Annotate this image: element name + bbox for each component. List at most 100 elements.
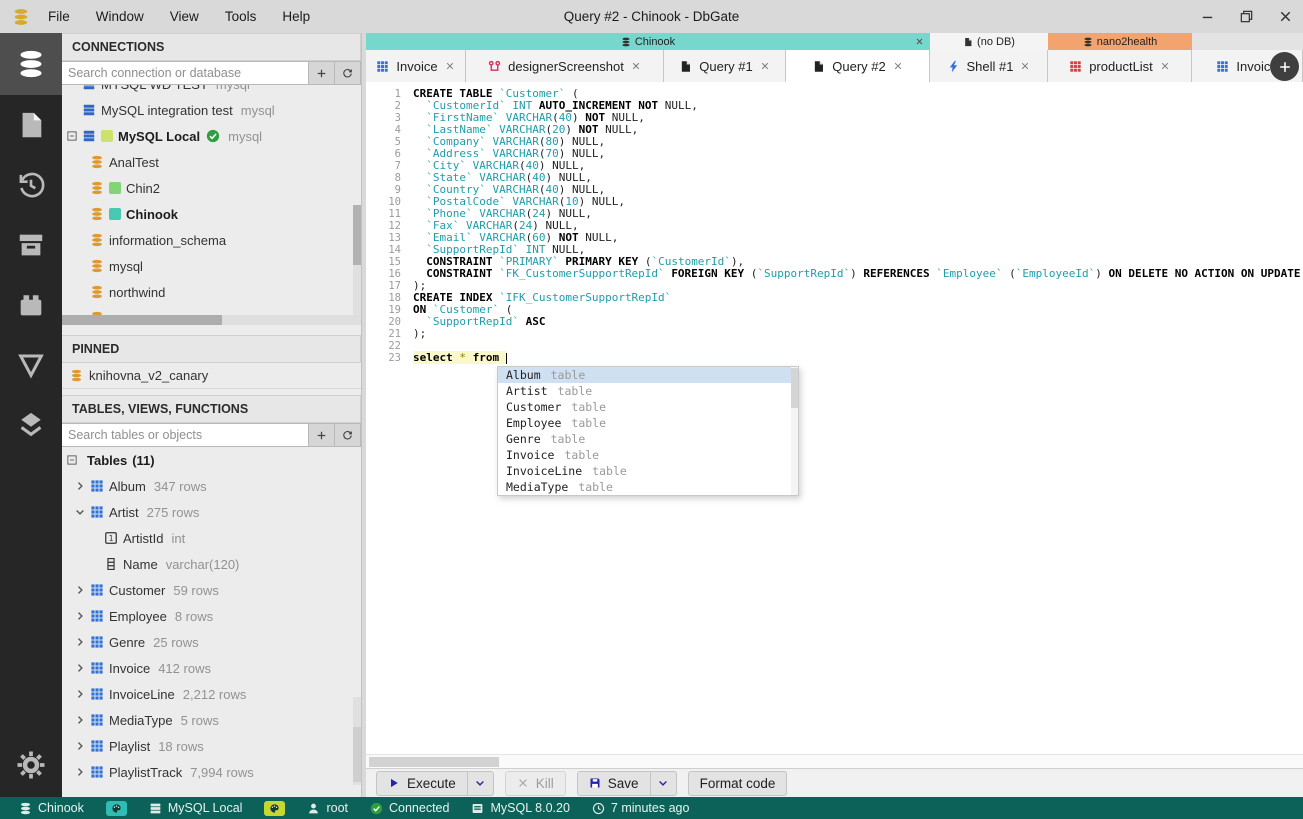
- menu-view[interactable]: View: [170, 9, 199, 24]
- pinned-item[interactable]: knihovna_v2_canary: [62, 363, 361, 389]
- scrollbar-thumb[interactable]: [791, 368, 798, 408]
- tables-search-input[interactable]: [62, 423, 309, 447]
- save-button[interactable]: Save: [578, 776, 650, 791]
- rail-item-layers[interactable]: [0, 395, 62, 455]
- designer-icon: [488, 60, 501, 73]
- database-item[interactable]: northwind: [62, 279, 361, 305]
- table-item[interactable]: Genre 25 rows: [62, 629, 361, 655]
- menu-help[interactable]: Help: [282, 9, 310, 24]
- rail-item-file[interactable]: [0, 95, 62, 155]
- sql-editor[interactable]: 1 2 3 4 5 6 7 8 9 10 11 12 13 14 15 16 17 18 19 20 21 22 23 CR…: [366, 82, 1303, 768]
- database-item[interactable]: [62, 305, 361, 315]
- save-dropdown-button[interactable]: [649, 770, 676, 796]
- database-item[interactable]: AnalTest: [62, 149, 361, 175]
- item-info: 2,212 rows: [182, 686, 247, 702]
- tab-group-Chinook: Chinook: [366, 33, 930, 50]
- table-item[interactable]: Customer 59 rows: [62, 577, 361, 603]
- table-item[interactable]: Invoice 412 rows: [62, 655, 361, 681]
- tab-productlist[interactable]: productList: [1048, 50, 1192, 82]
- close-icon[interactable]: [1160, 61, 1170, 71]
- scrollbar-thumb[interactable]: [369, 757, 499, 767]
- table-item[interactable]: PlaylistTrack 7,994 rows: [62, 759, 361, 785]
- close-icon[interactable]: [915, 37, 924, 46]
- table-item[interactable]: MediaType 5 rows: [62, 707, 361, 733]
- item-label: ArtistId: [123, 530, 164, 546]
- rail-item-database[interactable]: [0, 33, 62, 95]
- tab-query-1[interactable]: Query #1: [664, 50, 786, 82]
- minimize-icon[interactable]: [1200, 9, 1215, 24]
- database-item[interactable]: Chinook: [62, 201, 361, 227]
- status-chinook[interactable]: Chinook: [8, 801, 95, 815]
- table-item[interactable]: Employee 8 rows: [62, 603, 361, 629]
- autocomplete-item[interactable]: Artist table: [498, 383, 798, 399]
- connection-item[interactable]: MySQL Local mysql: [62, 123, 361, 149]
- execute-dropdown-button[interactable]: [466, 770, 493, 796]
- tab-designerscreenshot[interactable]: designerScreenshot: [466, 50, 664, 82]
- line-number: 22: [388, 340, 401, 352]
- tables-group-row[interactable]: Tables (11): [62, 447, 361, 473]
- database-item[interactable]: information_schema: [62, 227, 361, 253]
- tab-invoice[interactable]: Invoice: [366, 50, 466, 82]
- connections-search-input[interactable]: [62, 61, 309, 85]
- autocomplete-item[interactable]: InvoiceLine table: [498, 463, 798, 479]
- icon-rail: [0, 33, 62, 797]
- column-item[interactable]: 1 ArtistId int: [62, 525, 361, 551]
- connection-color-square: [101, 130, 113, 142]
- close-icon[interactable]: [760, 61, 770, 71]
- item-label: Album: [109, 478, 146, 494]
- rail-item-archive[interactable]: [0, 215, 62, 275]
- menu-file[interactable]: File: [48, 9, 70, 24]
- rail-item-plugin[interactable]: [0, 275, 62, 335]
- editor-hscrollbar: [366, 754, 1303, 768]
- database-item[interactable]: mysql: [62, 253, 361, 279]
- add-connection-button[interactable]: [309, 61, 335, 85]
- status-root[interactable]: root: [296, 801, 359, 815]
- tab-shell-1[interactable]: Shell #1: [930, 50, 1048, 82]
- line-number: 15: [388, 256, 401, 268]
- autocomplete-item[interactable]: Employee table: [498, 415, 798, 431]
- close-icon[interactable]: [631, 61, 641, 71]
- scrollbar-thumb[interactable]: [353, 727, 361, 782]
- autocomplete-item[interactable]: MediaType table: [498, 479, 798, 495]
- new-tab-button[interactable]: [1270, 52, 1299, 81]
- scrollbar-thumb[interactable]: [62, 315, 222, 325]
- status-mysql-local[interactable]: MySQL Local: [138, 801, 254, 815]
- tab-query-2[interactable]: Query #2: [786, 50, 930, 82]
- restore-icon[interactable]: [1239, 9, 1254, 24]
- line-number: 4: [394, 124, 401, 136]
- settings-button[interactable]: [0, 741, 62, 789]
- autocomplete-item[interactable]: Album table: [498, 367, 798, 383]
- suggestion-name: Genre: [506, 432, 541, 446]
- rail-item-history[interactable]: [0, 155, 62, 215]
- autocomplete-item[interactable]: Invoice table: [498, 447, 798, 463]
- table-item[interactable]: Playlist 18 rows: [62, 733, 361, 759]
- close-icon[interactable]: [893, 61, 903, 71]
- unpin-close-icon[interactable]: [340, 370, 351, 381]
- autocomplete-item[interactable]: Genre table: [498, 431, 798, 447]
- refresh-tables-button[interactable]: [335, 423, 361, 447]
- connection-item[interactable]: MYSQL WD TEST mysql: [62, 85, 361, 97]
- close-icon[interactable]: [1278, 9, 1293, 24]
- close-icon[interactable]: [445, 61, 455, 71]
- scrollbar-thumb[interactable]: [353, 205, 361, 265]
- item-info: 7,994 rows: [190, 764, 254, 780]
- database-item[interactable]: Chin2: [62, 175, 361, 201]
- close-icon[interactable]: [1020, 61, 1030, 71]
- add-table-button[interactable]: [309, 423, 335, 447]
- table-item[interactable]: InvoiceLine 2,212 rows: [62, 681, 361, 707]
- item-label: Invoice: [109, 660, 151, 676]
- rail-item-funnel[interactable]: [0, 335, 62, 395]
- menu-tools[interactable]: Tools: [225, 9, 257, 24]
- menu-window[interactable]: Window: [96, 9, 144, 24]
- suggestion-name: Album: [506, 368, 541, 382]
- refresh-connections-button[interactable]: [335, 61, 361, 85]
- column-item[interactable]: Name varchar(120): [62, 551, 361, 577]
- connection-item[interactable]: MySQL integration test mysql: [62, 97, 361, 123]
- table-item[interactable]: Album 347 rows: [62, 473, 361, 499]
- format-code-button[interactable]: Format code: [687, 770, 788, 796]
- execute-button[interactable]: Execute: [377, 776, 467, 791]
- autocomplete-item[interactable]: Customer table: [498, 399, 798, 415]
- line-number: 10: [388, 196, 401, 208]
- table-item[interactable]: Artist 275 rows: [62, 499, 361, 525]
